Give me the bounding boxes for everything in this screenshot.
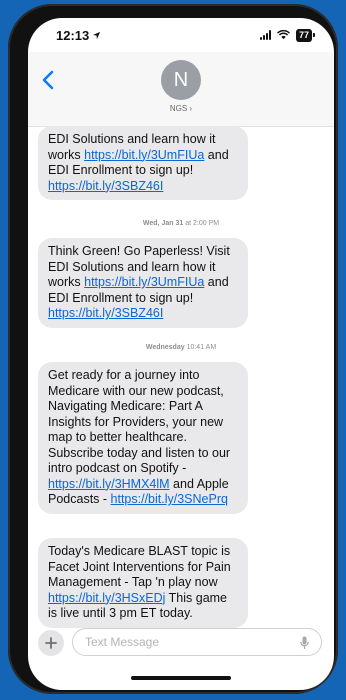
message-timestamp: Wed, Jan 31 at 2:00 PM xyxy=(28,220,334,227)
timestamp-day: Wednesday xyxy=(145,344,185,351)
phone-screen: 12:13 77 N NGS › EDI Solutions and learn… xyxy=(28,18,334,690)
message-bubble[interactable]: Today's Medicare BLAST topic is Facet Jo… xyxy=(38,538,248,628)
message-text: Today's Medicare BLAST topic is Facet Jo… xyxy=(48,544,231,589)
message-thread[interactable]: EDI Solutions and learn how it works htt… xyxy=(28,126,334,628)
location-arrow-icon xyxy=(93,31,101,39)
contact-name[interactable]: NGS › xyxy=(28,104,334,113)
message-bubble[interactable]: Think Green! Go Paperless! Visit EDI Sol… xyxy=(38,238,248,328)
back-chevron-icon[interactable] xyxy=(42,70,54,90)
status-bar: 12:13 77 xyxy=(28,18,334,52)
input-bar xyxy=(28,624,334,668)
wifi-icon xyxy=(277,30,290,40)
message-bubble[interactable]: Get ready for a journey into Medicare wi… xyxy=(38,362,248,514)
message-link[interactable]: https://bit.ly/3UmFIUa xyxy=(84,275,204,289)
message-link[interactable]: https://bit.ly/3SNePrq xyxy=(111,492,228,506)
phone-frame: 12:13 77 N NGS › EDI Solutions and learn… xyxy=(8,4,338,694)
plus-icon xyxy=(45,637,57,649)
avatar-initial: N xyxy=(173,68,189,91)
status-time: 12:13 xyxy=(56,27,90,43)
message-bubble[interactable]: EDI Solutions and learn how it works htt… xyxy=(38,126,248,200)
message-link[interactable]: https://bit.ly/3HSxEDj xyxy=(48,591,165,605)
conversation-header: N NGS › xyxy=(28,52,334,127)
message-link[interactable]: https://bit.ly/3UmFIUa xyxy=(84,148,204,162)
battery-icon: 77 xyxy=(295,28,316,42)
microphone-icon[interactable] xyxy=(300,636,309,650)
add-attachment-button[interactable] xyxy=(38,630,64,656)
message-link[interactable]: https://bit.ly/3SBZ46I xyxy=(48,179,163,193)
message-timestamp: Wednesday 10:41 AM xyxy=(28,344,334,351)
contact-avatar[interactable]: N xyxy=(161,60,201,100)
timestamp-time: at 2:00 PM xyxy=(185,220,220,227)
message-text: Get ready for a journey into Medicare wi… xyxy=(48,368,231,475)
cellular-signal-icon xyxy=(259,30,271,40)
home-indicator[interactable] xyxy=(131,676,231,680)
timestamp-time: 10:41 AM xyxy=(186,344,217,351)
message-link[interactable]: https://bit.ly/3SBZ46I xyxy=(48,306,163,320)
message-link[interactable]: https://bit.ly/3HMX4lM xyxy=(48,477,170,491)
message-input[interactable] xyxy=(72,628,322,656)
timestamp-day: Wed, Jan 31 xyxy=(142,220,184,227)
